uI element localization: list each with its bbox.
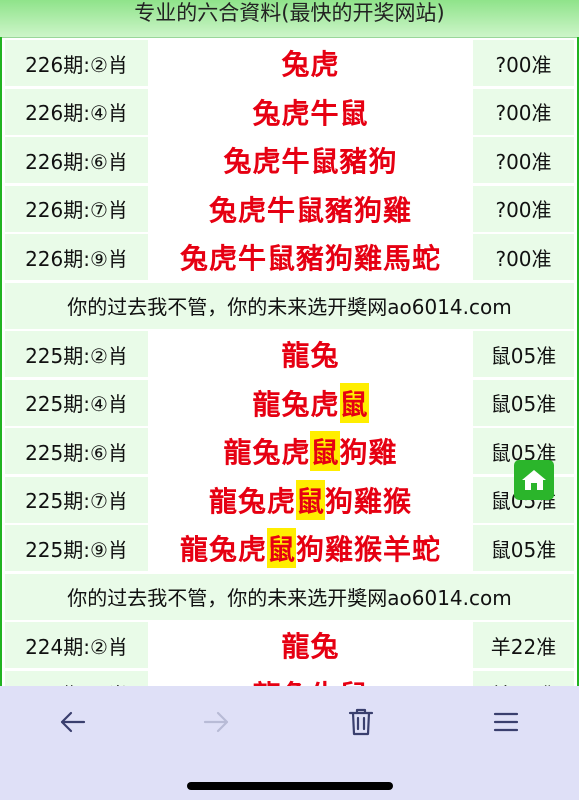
zodiac-prediction: 龍兔牛鼠 xyxy=(152,670,469,687)
table-row: 224期:④肖 龍兔牛鼠 羊22准 xyxy=(5,670,574,687)
period-label: 226期:⑥肖 xyxy=(5,137,148,183)
zodiac-text: 龍兔虎 xyxy=(252,387,340,421)
forward-arrow-icon xyxy=(203,711,229,733)
menu-button[interactable] xyxy=(486,702,526,742)
zodiac-text: 兔虎牛鼠豬狗 xyxy=(223,145,398,178)
result-value: ?00准 xyxy=(473,137,574,183)
zodiac-prediction: 龍兔虎鼠狗雞猴羊蛇 xyxy=(152,525,469,571)
zodiac-prediction: 龍兔 xyxy=(152,331,469,377)
zodiac-prediction: 龍兔虎鼠狗雞猴 xyxy=(152,476,469,523)
table-row: 225期:⑦肖 龍兔虎鼠狗雞猴 鼠05准 xyxy=(5,476,574,523)
table-row: 225期:②肖 龍兔 鼠05准 xyxy=(5,331,574,377)
period-label: 225期:⑥肖 xyxy=(5,428,148,474)
table-row: 226期:⑥肖 兔虎牛鼠豬狗 ?00准 xyxy=(5,137,574,183)
zodiac-prediction: 兔虎牛鼠 xyxy=(152,88,469,135)
period-label: 224期:②肖 xyxy=(5,622,148,668)
table-row: 226期:⑨肖 兔虎牛鼠豬狗雞馬蛇 ?00准 xyxy=(5,234,574,280)
period-label: 226期:⑦肖 xyxy=(5,185,148,232)
delete-button[interactable] xyxy=(341,702,381,742)
zodiac-prediction: 兔虎 xyxy=(152,40,469,86)
table-row: 226期:⑦肖 兔虎牛鼠豬狗雞 ?00准 xyxy=(5,185,574,232)
period-label: 225期:④肖 xyxy=(5,379,148,426)
table-row: 224期:②肖 龍兔 羊22准 xyxy=(5,622,574,668)
zodiac-text: 龍兔虎 xyxy=(179,533,267,566)
zodiac-text: 兔虎牛鼠豬狗雞馬蛇 xyxy=(179,242,441,275)
result-value: ?00准 xyxy=(473,88,574,135)
period-label: 226期:⑨肖 xyxy=(5,234,148,280)
result-value: ?00准 xyxy=(473,185,574,232)
table-row: 225期:④肖 龍兔虎鼠鼠05准 xyxy=(5,379,574,426)
period-label: 226期:④肖 xyxy=(5,88,148,135)
zodiac-prediction: 兔虎牛鼠豬狗雞 xyxy=(152,185,469,232)
menu-icon xyxy=(493,712,519,732)
zodiac-text: 龍兔 xyxy=(281,630,340,663)
back-button[interactable] xyxy=(52,702,92,742)
zodiac-prediction: 龍兔虎鼠 xyxy=(152,379,469,426)
result-value: 鼠05准 xyxy=(473,331,574,377)
zodiac-text: 兔虎牛鼠豬狗雞 xyxy=(208,193,412,227)
table-row: 225期:⑨肖 龍兔虎鼠狗雞猴羊蛇 鼠05准 xyxy=(5,525,574,571)
zodiac-text: 龍兔虎 xyxy=(223,436,311,469)
home-button[interactable] xyxy=(514,460,554,500)
result-value: ?00准 xyxy=(473,234,574,280)
zodiac-prediction: 兔虎牛鼠豬狗 xyxy=(152,137,469,183)
zodiac-text: 龍兔 xyxy=(281,339,340,372)
highlighted-zodiac: 鼠 xyxy=(310,431,340,471)
highlighted-zodiac: 鼠 xyxy=(339,382,369,423)
zodiac-prediction: 龍兔虎鼠狗雞 xyxy=(152,428,469,474)
zodiac-text: 兔虎 xyxy=(281,48,340,81)
result-value: 鼠05准 xyxy=(473,525,574,571)
zodiac-text: 兔虎牛鼠 xyxy=(252,96,369,130)
home-indicator xyxy=(187,782,393,790)
highlighted-zodiac: 鼠 xyxy=(295,479,325,520)
period-label: 224期:④肖 xyxy=(5,670,148,686)
table-row: 225期:⑥肖 龍兔虎鼠狗雞 鼠05准 xyxy=(5,428,574,474)
result-value: ?00准 xyxy=(473,40,574,86)
highlighted-zodiac: 鼠 xyxy=(266,528,296,568)
result-value: 羊22准 xyxy=(473,622,574,668)
forward-button[interactable] xyxy=(197,702,237,742)
period-label: 225期:⑨肖 xyxy=(5,525,148,571)
page-content: 专业的六合資料(最快的开奖网站) 226期:②肖 兔虎 ?00准 226期:④肖 兔虎牛… xyxy=(0,0,579,686)
zodiac-prediction: 兔虎牛鼠豬狗雞馬蛇 xyxy=(152,234,469,280)
zodiac-text: 龍兔虎 xyxy=(208,484,296,518)
period-label: 226期:②肖 xyxy=(5,40,148,86)
promo-banner: 你的过去我不管，你的未来选开奬网ao6014.com xyxy=(5,282,574,329)
period-label: 225期:②肖 xyxy=(5,331,148,377)
period-label: 225期:⑦肖 xyxy=(5,476,148,523)
trash-icon xyxy=(348,708,374,736)
promo-banner: 你的过去我不管，你的未来选开奬网ao6014.com xyxy=(5,573,574,620)
zodiac-text: 狗雞猴 xyxy=(325,484,413,518)
zodiac-prediction: 龍兔 xyxy=(152,622,469,668)
back-arrow-icon xyxy=(60,711,86,733)
table-row: 226期:②肖 兔虎 ?00准 xyxy=(5,40,574,86)
home-icon xyxy=(522,470,546,490)
result-value: 羊22准 xyxy=(473,670,574,686)
result-value: 鼠05准 xyxy=(473,379,574,426)
table-row: 226期:④肖 兔虎牛鼠 ?00准 xyxy=(5,88,574,135)
zodiac-text: 龍兔牛鼠 xyxy=(252,674,368,687)
page-title: 专业的六合資料(最快的开奖网站) xyxy=(0,0,579,38)
zodiac-text: 狗雞 xyxy=(339,436,398,469)
zodiac-text: 狗雞猴羊蛇 xyxy=(296,533,442,566)
